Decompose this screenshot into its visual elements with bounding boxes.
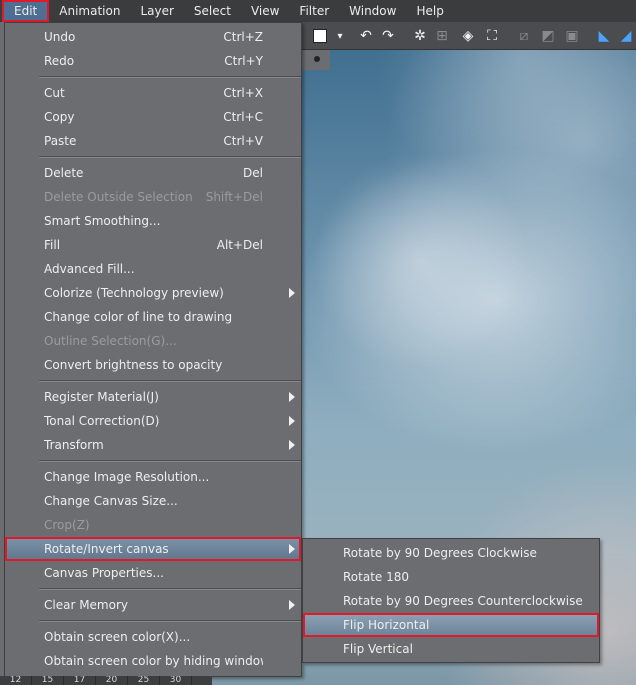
menu-item-transform[interactable]: Transform [5,433,301,457]
canvas-tab[interactable] [300,48,330,70]
submenu-arrow-icon [289,544,295,554]
submenu-arrow-icon [289,416,295,426]
timeline-frame-number[interactable]: 20 [96,676,128,685]
menu-window[interactable]: Window [339,0,406,22]
menu-item-delete-outside-selection: Delete Outside Selection Shift+Del [44,190,263,204]
timeline-frame-number[interactable]: 25 [128,676,160,685]
color-swatch-icon[interactable] [310,26,330,46]
chevron-down-icon[interactable]: ▾ [330,26,350,46]
menu-item-tonal-correction[interactable]: Tonal Correction(D) [5,409,301,433]
edit-menu-dropdown: Undo Ctrl+Z Redo Ctrl+Y Cut Ctrl+X Copy … [4,22,302,677]
menu-view[interactable]: View [241,0,289,22]
menu-filter[interactable]: Filter [289,0,339,22]
menu-separator [39,380,301,382]
menu-item-fill[interactable]: Fill Alt+Del [5,233,301,257]
menu-item-crop: Crop(Z) [44,518,90,532]
timeline-frame-number[interactable]: 15 [32,676,64,685]
menu-item-redo[interactable]: Redo Ctrl+Y [5,49,301,73]
menu-item-cut[interactable]: Cut Ctrl+X [5,81,301,105]
menu-item-delete[interactable]: Delete Del [5,161,301,185]
sparkle-icon[interactable]: ✲ [410,26,430,46]
menu-item-outline-selection: Outline Selection(G)... [44,334,177,348]
menu-animation[interactable]: Animation [49,0,130,22]
submenu-item-rotate-90-cw[interactable]: Rotate by 90 Degrees Clockwise [303,541,599,565]
menu-item-register-material[interactable]: Register Material(J) [5,385,301,409]
menu-item-change-line-color[interactable]: Change color of line to drawing [5,305,301,329]
menu-separator [39,588,301,590]
menu-separator [39,156,301,158]
submenu-arrow-icon [289,392,295,402]
menu-item-obtain-screen-color-hiding[interactable]: Obtain screen color by hiding windows... [5,649,301,673]
transform-icon[interactable]: ⛶ [482,26,502,46]
menu-select[interactable]: Select [184,0,241,22]
menu-help[interactable]: Help [406,0,453,22]
stamp-icon[interactable]: ⊞ [432,26,452,46]
fill-bucket-icon[interactable]: ◈ [458,26,478,46]
rotate-invert-submenu: Rotate by 90 Degrees Clockwise Rotate 18… [302,538,600,663]
menu-item-rotate-invert-canvas[interactable]: Rotate/Invert canvas [5,537,301,561]
submenu-arrow-icon [289,288,295,298]
menu-separator [39,620,301,622]
clear-selection-icon[interactable]: ⧄ [514,26,534,46]
ruler-snap-icon[interactable]: ◣ [594,26,614,46]
selection-border-icon[interactable]: ▣ [562,26,582,46]
menu-item-colorize[interactable]: Colorize (Technology preview) [5,281,301,305]
menu-item-paste[interactable]: Paste Ctrl+V [5,129,301,153]
menubar: Edit Animation Layer Select View Filter … [0,0,636,22]
menu-separator [39,460,301,462]
submenu-item-flip-horizontal[interactable]: Flip Horizontal [303,613,599,637]
timeline-frame-number[interactable]: 12 [0,676,32,685]
menu-item-smart-smoothing[interactable]: Smart Smoothing... [5,209,301,233]
menu-item-brightness-to-opacity[interactable]: Convert brightness to opacity [5,353,301,377]
submenu-item-rotate-180[interactable]: Rotate 180 [303,565,599,589]
menu-item-advanced-fill[interactable]: Advanced Fill... [5,257,301,281]
menu-edit[interactable]: Edit [2,0,50,22]
menu-item-canvas-properties[interactable]: Canvas Properties... [5,561,301,585]
timeline-frame-number[interactable]: 30 [160,676,192,685]
menu-item-copy[interactable]: Copy Ctrl+C [5,105,301,129]
menu-separator [39,76,301,78]
menu-layer[interactable]: Layer [130,0,183,22]
submenu-arrow-icon [289,600,295,610]
menu-item-undo[interactable]: Undo Ctrl+Z [5,25,301,49]
menu-item-image-resolution[interactable]: Change Image Resolution... [5,465,301,489]
special-ruler-icon[interactable]: ◢ [616,26,636,46]
menu-item-obtain-screen-color[interactable]: Obtain screen color(X)... [5,625,301,649]
submenu-arrow-icon [289,440,295,450]
timeline-frame-number[interactable]: 17 [64,676,96,685]
undo-icon[interactable]: ↶ [356,26,376,46]
menu-item-canvas-size[interactable]: Change Canvas Size... [5,489,301,513]
command-bar: ▾ ↶ ↷ ✲ ⊞ ◈ ⛶ ⧄ ◩ ▣ ◣ ◢ [302,22,636,50]
timeline-frame-numbers: 12 15 17 20 25 30 [0,676,212,685]
invert-selection-icon[interactable]: ◩ [538,26,558,46]
submenu-item-flip-vertical[interactable]: Flip Vertical [303,637,599,661]
menu-item-clear-memory[interactable]: Clear Memory [5,593,301,617]
submenu-item-rotate-90-ccw[interactable]: Rotate by 90 Degrees Counterclockwise [303,589,599,613]
tab-modified-dot [314,56,320,62]
redo-icon[interactable]: ↷ [378,26,398,46]
